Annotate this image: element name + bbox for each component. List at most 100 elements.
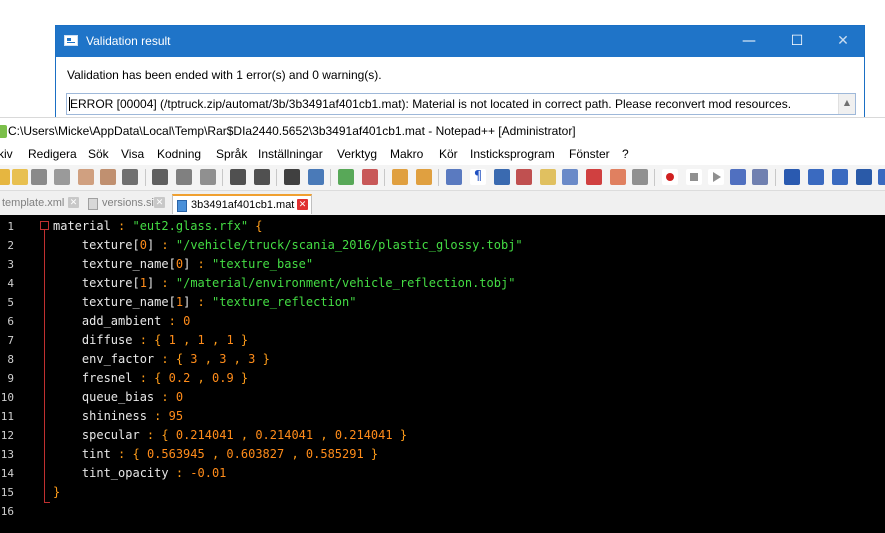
code-token: {	[161, 428, 176, 442]
menu-view[interactable]: Visa	[121, 147, 144, 161]
editor[interactable]: 1 2 3 4 5 6 7 8 9 10 11 12 13 14 15 16 m…	[0, 215, 885, 533]
code-token: ,	[204, 447, 227, 461]
print-icon[interactable]	[122, 169, 138, 185]
code-line[interactable]: diffuse : { 1 , 1 , 1 }	[53, 331, 248, 350]
error-text[interactable]: ERROR [00004] (/tptruck.zip/automat/3b/3…	[70, 97, 791, 111]
folder-as-workspace-icon[interactable]	[586, 169, 602, 185]
code-line[interactable]: tint_opacity : -0.01	[53, 464, 227, 483]
code-token: :	[110, 447, 133, 461]
code-line[interactable]: queue_bias : 0	[53, 388, 183, 407]
menu-search[interactable]: Sök	[88, 147, 109, 161]
show-all-characters-icon[interactable]: ¶	[470, 169, 486, 185]
function-list-icon[interactable]	[562, 169, 578, 185]
notepadpp-titlebar[interactable]: C:\Users\Micke\AppData\Local\Temp\Rar$DI…	[0, 117, 885, 145]
tab-close-icon[interactable]: ✕	[154, 197, 165, 208]
user-language-icon[interactable]	[516, 169, 532, 185]
menu-encoding[interactable]: Kodning	[157, 147, 201, 161]
toolbar-separator	[654, 169, 655, 186]
code-token: shininess	[53, 409, 147, 423]
menu-edit[interactable]: Redigera	[28, 147, 77, 161]
zoom-in-icon[interactable]	[338, 169, 354, 185]
save-macro-icon[interactable]	[752, 169, 768, 185]
code-line[interactable]: tint : { 0.563945 , 0.603827 , 0.585291 …	[53, 445, 378, 464]
code-line[interactable]: shininess : 95	[53, 407, 183, 426]
menu-window[interactable]: Fönster	[569, 147, 610, 161]
run-macro-multiple-icon[interactable]	[730, 169, 746, 185]
redo-icon[interactable]	[254, 169, 270, 185]
record-macro-icon[interactable]	[662, 169, 678, 185]
code-line[interactable]: texture_name[1] : "texture_reflection"	[53, 293, 357, 312]
code-line[interactable]: add_ambient : 0	[53, 312, 190, 331]
code-token: 1	[226, 333, 234, 347]
word-wrap-icon[interactable]	[446, 169, 462, 185]
code-token: 0	[175, 390, 184, 404]
menu-settings[interactable]: Inställningar	[258, 147, 323, 161]
menu-language[interactable]: Språk	[216, 147, 247, 161]
menu-run[interactable]: Kör	[439, 147, 458, 161]
maximize-button[interactable]: ☐	[774, 26, 820, 57]
toolbar-separator	[438, 169, 439, 186]
fold-collapse-icon[interactable]	[40, 221, 49, 230]
plugin-d-icon[interactable]	[856, 169, 872, 185]
save-icon[interactable]	[31, 169, 47, 185]
code-token: :	[146, 409, 169, 423]
new-file-icon[interactable]	[0, 169, 10, 185]
error-list[interactable]: ERROR [00004] (/tptruck.zip/automat/3b/3…	[66, 93, 856, 115]
code-token: 0.2	[168, 371, 191, 385]
play-macro-icon[interactable]	[708, 169, 724, 185]
code-line[interactable]: material : "eut2.glass.rfx" {	[53, 217, 263, 236]
plugin-b-icon[interactable]	[808, 169, 824, 185]
menu-help[interactable]: ?	[622, 147, 629, 161]
menu-file[interactable]: kiv	[0, 147, 13, 161]
plugin-e-icon[interactable]	[878, 169, 885, 185]
code-area[interactable]: material : "eut2.glass.rfx" { texture[0]…	[53, 215, 883, 533]
menu-tools[interactable]: Verktyg	[337, 147, 377, 161]
minimize-button[interactable]: —	[726, 26, 772, 57]
tab-3b3491af401cb1-mat[interactable]: 3b3491af401cb1.mat ✕	[172, 194, 312, 214]
tab-template-xml[interactable]: template.xml ✕	[0, 194, 82, 214]
sync-vertical-icon[interactable]	[392, 169, 408, 185]
paste-icon[interactable]	[200, 169, 216, 185]
close-file-icon[interactable]	[78, 169, 94, 185]
code-token: specular	[53, 428, 140, 442]
menu-macro[interactable]: Makro	[390, 147, 423, 161]
scrollbar-up-arrow-icon[interactable]: ▲	[838, 94, 855, 114]
code-token: :	[139, 428, 162, 442]
menu-plugins[interactable]: Insticksprogram	[470, 147, 555, 161]
save-all-icon[interactable]	[54, 169, 70, 185]
code-token: 1	[168, 333, 176, 347]
validation-message: Validation has been ended with 1 error(s…	[67, 68, 382, 82]
code-token: tint_opacity	[53, 466, 169, 480]
undo-icon[interactable]	[230, 169, 246, 185]
code-line[interactable]: texture_name[0] : "texture_base"	[53, 255, 313, 274]
replace-icon[interactable]	[308, 169, 324, 185]
code-line[interactable]: texture[1] : "/material/environment/vehi…	[53, 274, 516, 293]
plugin-a-icon[interactable]	[784, 169, 800, 185]
fold-margin[interactable]	[38, 215, 51, 533]
stop-macro-icon[interactable]	[686, 169, 702, 185]
code-token: [	[168, 257, 176, 271]
tab-close-icon[interactable]: ✕	[68, 197, 79, 208]
plugin-c-icon[interactable]	[832, 169, 848, 185]
code-line[interactable]: }	[53, 483, 60, 502]
close-button[interactable]: ✕	[820, 26, 866, 57]
tab-versions-sii[interactable]: versions.sii ✕	[84, 194, 170, 214]
zoom-out-icon[interactable]	[362, 169, 378, 185]
cut-icon[interactable]	[152, 169, 168, 185]
dialog-titlebar[interactable]: Validation result — ☐ ✕	[56, 26, 864, 57]
open-file-icon[interactable]	[12, 169, 28, 185]
sync-horizontal-icon[interactable]	[416, 169, 432, 185]
document-map-icon[interactable]	[540, 169, 556, 185]
code-line[interactable]: fresnel : { 0.2 , 0.9 }	[53, 369, 248, 388]
monitoring-icon[interactable]	[610, 169, 626, 185]
indent-guide-icon[interactable]	[494, 169, 510, 185]
code-line[interactable]: texture[0] : "/vehicle/truck/scania_2016…	[53, 236, 523, 255]
copy-icon[interactable]	[176, 169, 192, 185]
find-icon[interactable]	[284, 169, 300, 185]
code-token: texture	[53, 276, 133, 290]
eye-icon[interactable]	[632, 169, 648, 185]
close-all-icon[interactable]	[100, 169, 116, 185]
tab-close-icon[interactable]: ✕	[297, 199, 308, 210]
code-line[interactable]: specular : { 0.214041 , 0.214041 , 0.214…	[53, 426, 407, 445]
code-line[interactable]: env_factor : { 3 , 3 , 3 }	[53, 350, 270, 369]
